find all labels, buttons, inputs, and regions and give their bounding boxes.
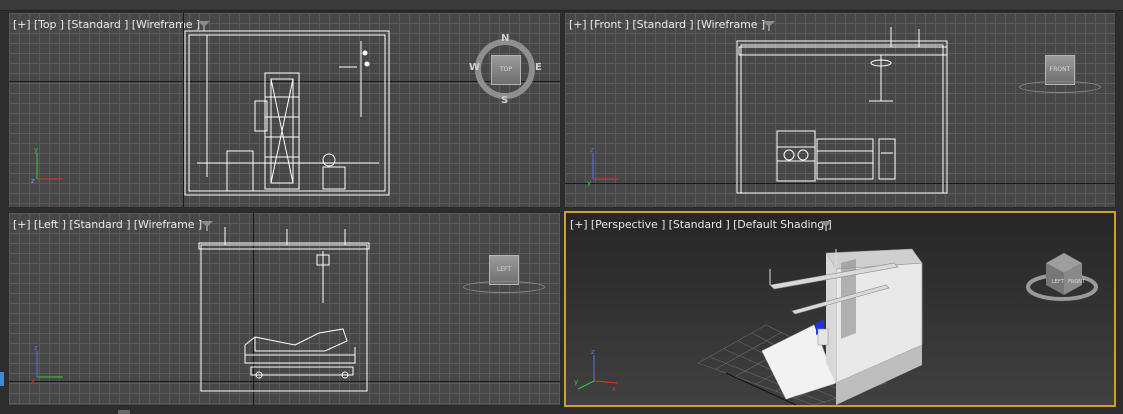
room-wireframe [184, 30, 390, 196]
axis-triad-icon: z x [31, 345, 63, 385]
compass-icon[interactable]: TOP N S E W [469, 33, 542, 106]
svg-text:z: z [34, 345, 38, 352]
svg-text:z: z [31, 177, 35, 185]
svg-text:z: z [590, 147, 594, 154]
compass-n: N [501, 33, 510, 44]
scene-perspective [697, 248, 923, 405]
viewcube-left-label: LEFT [496, 266, 512, 273]
compass-e: E [535, 62, 542, 73]
svg-text:x: x [31, 377, 35, 385]
viewcube-ring[interactable] [463, 281, 545, 293]
viewport-perspective-label[interactable]: [+] [Perspective ] [Standard ] [Default … [570, 218, 832, 231]
axis-triad-icon: z y [587, 147, 619, 187]
svg-text:FRONT: FRONT [1068, 279, 1086, 285]
viewcube-icon[interactable]: LEFT FRONT [1026, 245, 1098, 305]
room-wireframe [736, 27, 948, 194]
bottom-tab[interactable] [118, 410, 130, 414]
edge-tab[interactable] [0, 372, 4, 386]
viewport-top-strip [0, 0, 1123, 11]
svg-text:y: y [574, 378, 578, 386]
viewport-front[interactable]: [+] [Front ] [Standard ] [Wireframe ] FR… [564, 12, 1116, 208]
compass-w: W [469, 62, 481, 73]
axis-triad-icon: z y x [574, 348, 619, 393]
svg-text:LEFT: LEFT [1052, 279, 1065, 285]
svg-text:z: z [591, 348, 595, 356]
viewcube-top-face[interactable]: TOP [491, 55, 521, 85]
viewcube-ring[interactable] [1019, 81, 1101, 93]
filter-icon[interactable] [820, 221, 832, 231]
svg-text:x: x [612, 385, 616, 393]
viewport-top[interactable]: [+] [Top ] [Standard ] [Wireframe ] TOP … [8, 12, 561, 208]
compass-s: S [501, 95, 509, 106]
viewport-perspective[interactable]: [+] [Perspective ] [Standard ] [Default … [564, 211, 1116, 407]
viewport-left[interactable]: [+] [Left ] [Standard ] [Wireframe ] LEF… [8, 212, 561, 406]
viewport-top-label[interactable]: [+] [Top ] [Standard ] [Wireframe ] [13, 18, 200, 31]
svg-text:y: y [587, 179, 591, 187]
axis-triad-icon: y z [31, 147, 63, 185]
svg-text:y: y [34, 147, 38, 154]
viewport-left-label[interactable]: [+] [Left ] [Standard ] [Wireframe ] [13, 218, 202, 231]
room-wireframe [198, 227, 370, 392]
viewcube-front-label: FRONT [1049, 66, 1071, 73]
viewcube-top-label: TOP [499, 66, 512, 73]
